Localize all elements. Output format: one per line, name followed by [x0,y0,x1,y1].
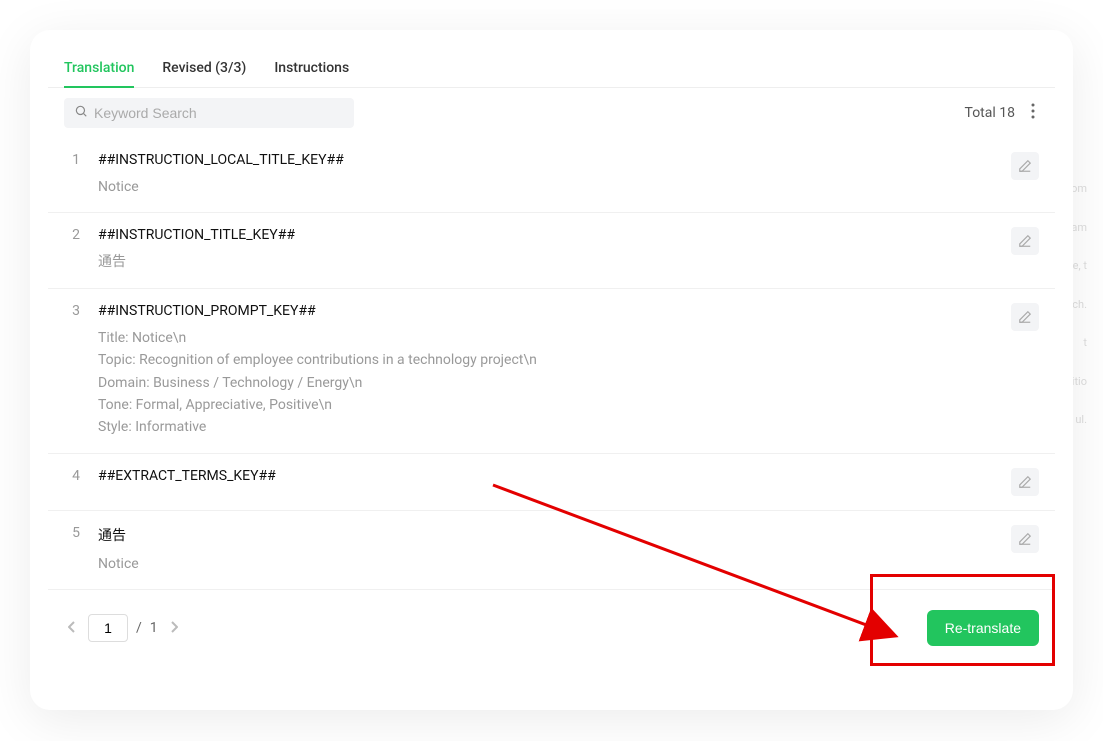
tab-bar: Translation Revised (3/3) Instructions [48,50,1055,88]
item-title: 通告 [98,525,993,545]
item-title: ##INSTRUCTION_PROMPT_KEY## [98,303,993,319]
pencil-icon [1018,532,1032,546]
item-index: 4 [64,468,80,484]
item-title: ##EXTRACT_TERMS_KEY## [98,468,993,484]
pencil-icon [1018,475,1032,489]
item-index: 2 [64,227,80,243]
item-content: ##EXTRACT_TERMS_KEY## [98,468,993,492]
item-title: ##INSTRUCTION_LOCAL_TITLE_KEY## [98,152,993,168]
retranslate-button[interactable]: Re-translate [927,610,1039,646]
app-window: y Com gram while, t ch. t ositio ul. 2 C… [30,30,1073,710]
item-index: 3 [64,303,80,319]
page-separator: / [136,620,142,636]
item-subtext: Notice [98,176,993,198]
pagination: / 1 [64,614,182,642]
item-subtext: Notice [98,553,993,575]
total-count: Total 18 [965,105,1015,121]
item-index: 1 [64,152,80,168]
page-prev-icon[interactable] [64,617,80,640]
search-input[interactable] [94,105,344,121]
item-subtext: 通告 [98,251,993,273]
item-content: ##INSTRUCTION_LOCAL_TITLE_KEY## Notice [98,152,993,198]
item-content: ##INSTRUCTION_TITLE_KEY## 通告 [98,227,993,273]
page-next-icon[interactable] [166,617,182,640]
edit-button[interactable] [1011,525,1039,553]
pencil-icon [1018,159,1032,173]
item-index: 5 [64,525,80,541]
more-menu-icon[interactable] [1027,99,1039,127]
toolbar: Total 18 [48,88,1055,138]
edit-button[interactable] [1011,227,1039,255]
background-credits: 2 Credits 2 Credits 2 Credits [680,680,939,694]
pencil-icon [1018,310,1032,324]
list-item: 4 ##EXTRACT_TERMS_KEY## [48,454,1055,511]
item-content: ##INSTRUCTION_PROMPT_KEY## Title: Notice\… [98,303,993,439]
search-icon [74,104,88,122]
list-item: 5 通告 Notice [48,511,1055,590]
tab-instructions[interactable]: Instructions [274,50,349,88]
tab-revised[interactable]: Revised (3/3) [162,50,246,88]
edit-button[interactable] [1011,468,1039,496]
search-box[interactable] [64,98,354,128]
pencil-icon [1018,234,1032,248]
page-current-input[interactable] [88,614,128,642]
background-decoration: y Com gram while, t ch. t ositio ul. [1053,170,1087,440]
item-subtext: Title: Notice\n Topic: Recognition of em… [98,327,993,439]
tab-translation[interactable]: Translation [64,50,134,88]
item-title: ##INSTRUCTION_TITLE_KEY## [98,227,993,243]
edit-button[interactable] [1011,152,1039,180]
toolbar-right: Total 18 [965,99,1039,127]
page-total: 1 [150,620,158,636]
edit-button[interactable] [1011,303,1039,331]
main-panel: Translation Revised (3/3) Instructions T… [48,50,1055,666]
item-content: 通告 Notice [98,525,993,575]
items-list: 1 ##INSTRUCTION_LOCAL_TITLE_KEY## Notice 2 #… [48,138,1055,590]
list-item: 3 ##INSTRUCTION_PROMPT_KEY## Title: Notice… [48,289,1055,454]
list-item: 2 ##INSTRUCTION_TITLE_KEY## 通告 [48,213,1055,288]
list-item: 1 ##INSTRUCTION_LOCAL_TITLE_KEY## Notice [48,138,1055,213]
footer: / 1 Re-translate [48,590,1055,666]
